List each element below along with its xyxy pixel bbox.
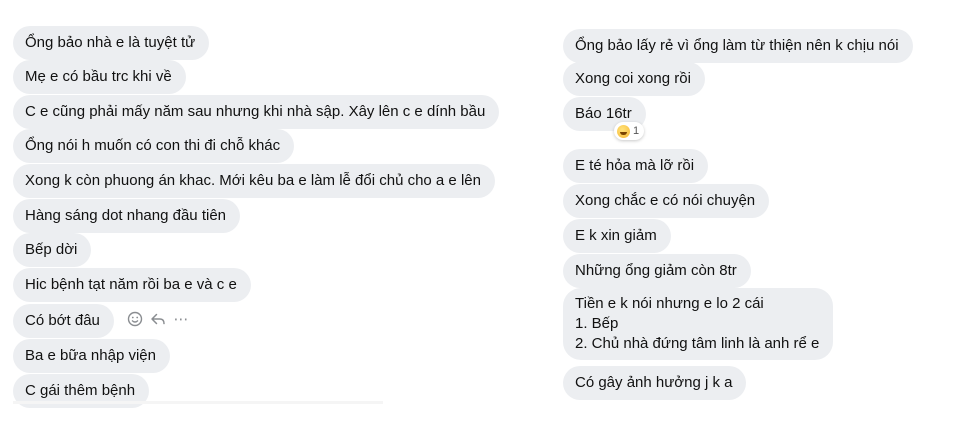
message-bubble[interactable]: C e cũng phải mấy năm sau nhưng khi nhà …: [13, 95, 500, 129]
reply-icon[interactable]: [150, 311, 166, 327]
smile-icon[interactable]: [127, 311, 143, 327]
message-bubble[interactable]: Hic bệnh tạt năm rồi ba e và c e: [13, 268, 251, 302]
message-text: E k xin giảm: [575, 227, 657, 244]
message-bubble[interactable]: Xong k còn phuong án khac. Mới kêu ba e …: [13, 164, 495, 198]
message-bubble[interactable]: E k xin giảm: [563, 219, 671, 253]
message-bubble[interactable]: Ổng bảo nhà e là tuyệt tử: [13, 26, 210, 60]
grinning-sweat-emoji-icon: [617, 124, 630, 138]
message-text: Ổng bảo nhà e là tuyệt tử: [25, 34, 196, 51]
message-text: Bếp dời: [25, 241, 78, 258]
message-text: Ổng bảo lấy rẻ vì ổng làm từ thiện nên k…: [575, 37, 899, 54]
reaction-count: 1: [633, 125, 640, 137]
message-bubble[interactable]: Những ổng giảm còn 8tr: [563, 254, 751, 288]
message-text: E té hỏa mà lỡ rồi: [575, 157, 695, 174]
chat-screenshot: Ổng bảo nhà e là tuyệt tử Mẹ e có bầu tr…: [0, 0, 969, 446]
message-line: Tiền e k nói nhưng e lo 2 cái: [575, 295, 764, 312]
message-text: Mẹ e có bầu trc khi về: [25, 68, 172, 85]
message-bubble[interactable]: Ba e bữa nhập viện: [13, 339, 170, 373]
message-bubble[interactable]: E té hỏa mà lỡ rồi: [563, 149, 709, 183]
message-bubble[interactable]: Ổng bảo lấy rẻ vì ổng làm từ thiện nên k…: [563, 29, 913, 63]
message-line: 2. Chủ nhà đứng tâm linh là anh rể e: [575, 335, 820, 352]
message-line: 1. Bếp: [575, 315, 619, 332]
message-text: Những ổng giảm còn 8tr: [575, 262, 737, 279]
message-bubble[interactable]: Mẹ e có bầu trc khi về: [13, 60, 186, 94]
message-bubble[interactable]: Ổng nói h muốn có con thi đi chỗ khác: [13, 129, 295, 163]
message-bubble[interactable]: Có bớt đâu: [13, 304, 114, 338]
message-bubble[interactable]: Hàng sáng dot nhang đầu tiên: [13, 199, 240, 233]
more-icon[interactable]: ⋯: [173, 311, 189, 328]
message-bubble[interactable]: Tiền e k nói nhưng e lo 2 cái 1. Bếp 2. …: [563, 288, 834, 360]
message-bubble[interactable]: Xong chắc e có nói chuyện: [563, 184, 770, 218]
message-text: Hàng sáng dot nhang đầu tiên: [25, 207, 226, 224]
message-text: Hic bệnh tạt năm rồi ba e và c e: [25, 276, 237, 293]
message-bubble[interactable]: Bếp dời: [13, 233, 92, 267]
message-text: Có bớt đâu: [25, 312, 100, 329]
message-text: Xong chắc e có nói chuyện: [575, 192, 756, 209]
cropped-edge: [13, 401, 383, 404]
message-text: C gái thêm bệnh: [25, 382, 136, 399]
message-bubble[interactable]: Xong coi xong rồi: [563, 62, 705, 96]
reaction-badge[interactable]: 1: [614, 122, 645, 140]
message-text: Ổng nói h muốn có con thi đi chỗ khác: [25, 137, 281, 154]
message-actions: ⋯: [127, 309, 189, 329]
message-bubble[interactable]: Có gây ảnh hưởng j k a: [563, 366, 747, 400]
message-text: Xong k còn phuong án khac. Mới kêu ba e …: [25, 172, 481, 189]
message-text: Có gây ảnh hưởng j k a: [575, 374, 733, 391]
message-text: Báo 16tr: [575, 105, 632, 122]
message-text: Xong coi xong rồi: [575, 70, 691, 87]
message-text: C e cũng phải mấy năm sau nhưng khi nhà …: [25, 103, 486, 120]
message-text: Ba e bữa nhập viện: [25, 347, 156, 364]
